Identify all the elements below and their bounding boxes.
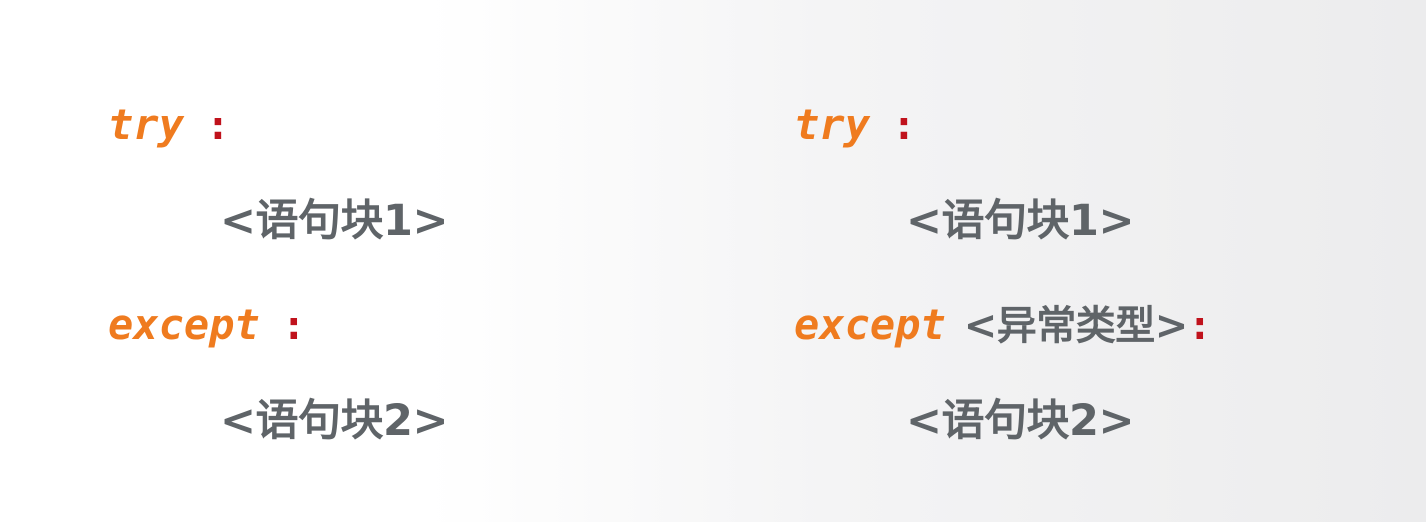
try-keyword: try — [108, 100, 184, 149]
except-colon: : — [281, 303, 306, 349]
try-colon: : — [891, 103, 916, 149]
try-except-basic-panel: try: <语句块1> except: <语句块2> — [0, 0, 713, 522]
except-line: except <异常类型>: — [794, 303, 1212, 349]
except-line: except: — [108, 303, 306, 349]
statement-block-2: <语句块2> — [906, 396, 1134, 446]
statement-block-1: <语句块1> — [220, 196, 448, 246]
try-keyword: try — [794, 100, 870, 149]
except-keyword: except — [794, 300, 946, 349]
try-except-typed-panel: try: <语句块1> except <异常类型>: <语句块2> — [713, 0, 1426, 522]
try-colon: : — [205, 103, 230, 149]
statement-block-1: <语句块1> — [906, 196, 1134, 246]
except-colon: : — [1187, 303, 1212, 349]
statement-block-2: <语句块2> — [220, 396, 448, 446]
except-keyword: except — [108, 300, 260, 349]
try-line: try: — [794, 103, 916, 149]
try-line: try: — [108, 103, 230, 149]
exception-type: <异常类型> — [963, 303, 1189, 349]
